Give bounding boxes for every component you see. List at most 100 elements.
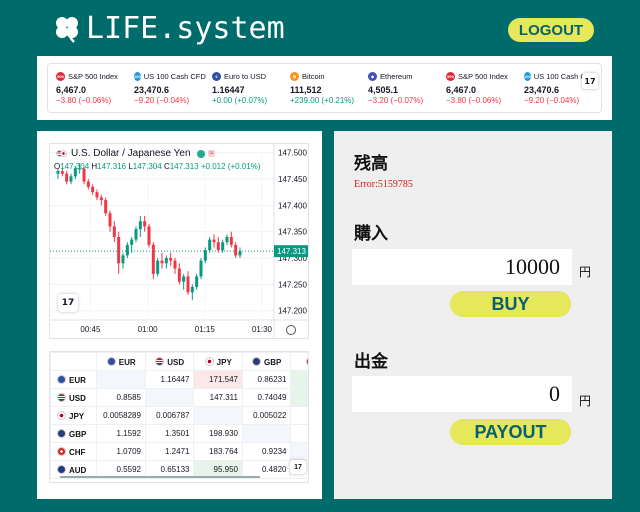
- rate-cell[interactable]: 0.0058289: [96, 406, 146, 425]
- logo: LIFE.system: [52, 8, 285, 48]
- sp500-icon: 500: [56, 71, 65, 81]
- column-header-gbp[interactable]: GBP: [241, 352, 292, 371]
- logout-button[interactable]: LOGOUT: [508, 18, 594, 42]
- rate-cell[interactable]: 1.3501: [144, 424, 195, 443]
- payout-button[interactable]: PAYOUT: [450, 419, 571, 445]
- payout-amount-input[interactable]: [352, 376, 572, 412]
- ticker-item[interactable]: 500 S&P 500 Index 6,467.0 −3.80 (−0.06%): [48, 64, 126, 112]
- table-row: JPY 0.00582890.006787 0.0050220.005: [50, 406, 308, 425]
- tradingview-logo-icon[interactable]: 17: [582, 73, 598, 89]
- ticker-change: +0.00 (+0.07%): [212, 96, 268, 105]
- y-tick-label: 147.200: [278, 307, 307, 316]
- rate-cell[interactable]: 0.006787: [144, 406, 195, 425]
- rate-cell[interactable]: 1.16447: [144, 370, 195, 389]
- rate-cell[interactable]: 198.930: [193, 424, 243, 443]
- ohlc-close: 147.313: [169, 162, 199, 171]
- rate-cell[interactable]: [96, 370, 146, 389]
- y-tick-label: 147.500: [278, 149, 307, 158]
- rate-cell[interactable]: 0.801: [290, 388, 308, 407]
- ticker-price: 6,467.0: [56, 85, 87, 95]
- rate-cell[interactable]: 0.005: [290, 406, 308, 425]
- row-header-eur[interactable]: EUR: [50, 370, 98, 389]
- rate-cell[interactable]: 147.311: [193, 388, 243, 407]
- gb-flag-icon: [57, 428, 66, 438]
- buy-button[interactable]: BUY: [450, 291, 571, 317]
- rate-cell[interactable]: 0.74049: [241, 388, 292, 407]
- candle-body: [130, 239, 134, 245]
- row-header-chf[interactable]: CHF: [50, 442, 98, 461]
- chart-title: U.S. Dollar / Japanese Yen: [71, 148, 191, 159]
- ticker-item[interactable]: ◆ Ethereum 4,505.1 −3.20 (−0.07%): [360, 64, 438, 112]
- x-tick-label: 01:00: [138, 325, 159, 334]
- rate-cell[interactable]: 183.764: [193, 442, 243, 461]
- ticker-item[interactable]: € Euro to USD 1.16447 +0.00 (+0.07%): [204, 64, 282, 112]
- ohlc-low: 147.304: [132, 162, 162, 171]
- rate-cell[interactable]: 1.1592: [96, 424, 146, 443]
- candle-body: [138, 221, 142, 230]
- ticker-item[interactable]: 500 S&P 500 Index 6,467.0 −3.80 (−0.06%): [438, 64, 516, 112]
- candle-body: [69, 176, 73, 182]
- candle-body: [186, 276, 190, 293]
- rate-cell[interactable]: [241, 424, 292, 443]
- rate-cell[interactable]: 1.0709: [96, 442, 146, 461]
- ticker-item-head: 100 US 100 Cash CFD: [134, 70, 206, 82]
- logo-text: LIFE.system: [86, 10, 285, 46]
- candle-body: [225, 236, 229, 243]
- x-tick-label: 01:15: [195, 325, 216, 334]
- cross-rates-header-row: EUR USD JPY GBP C: [50, 352, 308, 371]
- eu-flag-icon: [57, 374, 66, 384]
- ticker-item-head: € Euro to USD: [212, 70, 282, 82]
- price-chart[interactable]: 147.500 147.450 147.400 147.350 147.300 147.2…: [49, 143, 309, 339]
- row-header-gbp[interactable]: GBP: [50, 424, 98, 443]
- rate-cell[interactable]: [144, 388, 195, 407]
- candle-body: [195, 276, 199, 288]
- tradingview-logo-icon[interactable]: 17: [290, 460, 306, 474]
- row-code: JPY: [69, 411, 85, 421]
- rate-cell[interactable]: 0.933: [290, 370, 308, 389]
- ticker-change: −9.20 (−0.04%): [134, 96, 190, 105]
- ohlc-high: 147.316: [97, 162, 127, 171]
- ticker-tape[interactable]: 500 S&P 500 Index 6,467.0 −3.80 (−0.06%) 100…: [47, 63, 602, 113]
- ticker-change: −3.80 (−0.06%): [446, 96, 502, 105]
- buy-amount-input[interactable]: [352, 249, 572, 285]
- chart-settings-icon[interactable]: [286, 325, 296, 335]
- rate-cell[interactable]: 0.9234: [241, 442, 292, 461]
- ticker-name: S&P 500 Index: [458, 71, 508, 81]
- ticker-change: +239.00 (+0.21%): [290, 96, 355, 105]
- candle-body: [238, 251, 242, 256]
- horizontal-scrollbar[interactable]: [60, 476, 260, 478]
- tradingview-logo-icon[interactable]: 17: [58, 294, 78, 312]
- rate-cell[interactable]: 0.005022: [241, 406, 292, 425]
- rate-cell[interactable]: 1.082: [290, 424, 308, 443]
- rate-cell[interactable]: [193, 406, 243, 425]
- sp500-icon: 500: [446, 71, 455, 81]
- row-header-usd[interactable]: USD: [50, 388, 98, 407]
- ticker-change: −9.20 (−0.04%): [524, 96, 580, 105]
- rate-cell[interactable]: 1.2471: [144, 442, 195, 461]
- jp-flag-icon: [60, 150, 67, 157]
- column-header-jpy[interactable]: JPY: [193, 352, 243, 371]
- ticker-price: 111,512: [290, 85, 322, 95]
- ticker-item-head: 500 S&P 500 Index: [446, 70, 516, 82]
- ticker-change: −3.80 (−0.06%): [56, 96, 112, 105]
- row-header-jpy[interactable]: JPY: [50, 406, 98, 425]
- y-tick-label: 147.250: [278, 280, 307, 289]
- bitcoin-icon: ₿: [290, 71, 299, 81]
- rate-cell[interactable]: [290, 442, 308, 461]
- ticker-item-head: ◆ Ethereum: [368, 70, 438, 82]
- column-header-c[interactable]: C: [290, 352, 308, 371]
- rate-cell[interactable]: 171.547: [193, 370, 243, 389]
- column-header-eur[interactable]: EUR: [96, 352, 146, 371]
- rate-cell[interactable]: 0.8585: [96, 388, 146, 407]
- ohlc-open: 147.304: [60, 162, 90, 171]
- candle-body: [216, 242, 220, 251]
- ticker-item[interactable]: ₿ Bitcoin 111,512 +239.00 (+0.21%): [282, 64, 360, 112]
- rate-cell[interactable]: 0.86231: [241, 370, 292, 389]
- ticker-change: −3.20 (−0.07%): [368, 96, 424, 105]
- candle-body: [60, 171, 64, 174]
- column-header-usd[interactable]: USD: [144, 352, 195, 371]
- cross-rates-widget[interactable]: EURUSDJPYGBPCEUR1.16447171.5470.862310.9…: [49, 351, 309, 483]
- table-row: EUR 1.16447171.5470.862310.933: [50, 370, 308, 389]
- candle-body: [164, 258, 168, 264]
- ticker-item[interactable]: 100 US 100 Cash CFD 23,470.6 −9.20 (−0.04%): [126, 64, 206, 112]
